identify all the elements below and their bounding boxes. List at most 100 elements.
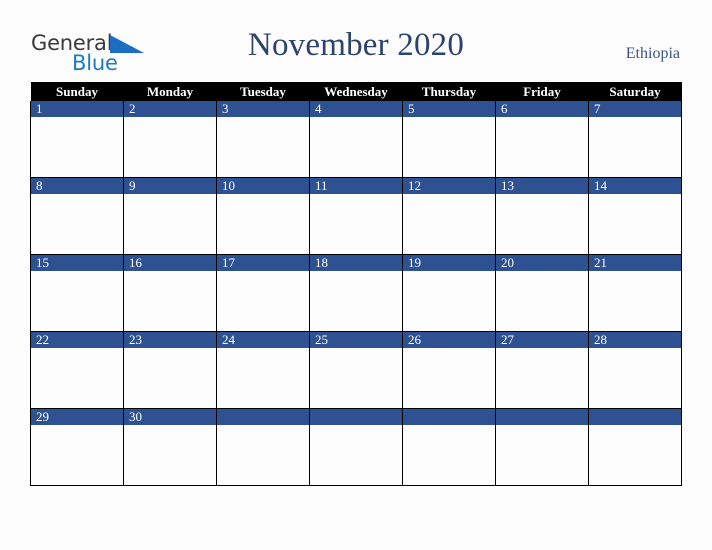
day-events[interactable] xyxy=(403,425,495,485)
calendar-day-cell[interactable]: 19 xyxy=(402,254,496,332)
calendar-day-cell[interactable] xyxy=(309,408,403,486)
calendar-day-cell[interactable]: 4 xyxy=(309,101,403,178)
calendar-day-cell[interactable]: 26 xyxy=(402,331,496,409)
calendar-day-cell[interactable] xyxy=(216,408,310,486)
weekday-header-thursday: Thursday xyxy=(402,82,496,101)
day-events[interactable] xyxy=(496,425,588,485)
calendar-day-cell[interactable]: 30 xyxy=(123,408,217,486)
day-events[interactable] xyxy=(31,271,123,331)
day-events[interactable] xyxy=(496,194,588,254)
calendar-week-row: 1 2 3 4 5 6 7 xyxy=(30,101,682,178)
calendar-day-cell[interactable]: 8 xyxy=(30,177,124,255)
day-events[interactable] xyxy=(310,348,402,408)
calendar-day-cell[interactable]: 7 xyxy=(588,101,682,178)
calendar-table: Sunday Monday Tuesday Wednesday Thursday… xyxy=(30,82,682,486)
day-events[interactable] xyxy=(124,194,216,254)
calendar-day-cell[interactable]: 14 xyxy=(588,177,682,255)
calendar-day-cell[interactable]: 13 xyxy=(495,177,589,255)
day-events[interactable] xyxy=(31,194,123,254)
day-events[interactable] xyxy=(217,271,309,331)
calendar-day-cell[interactable]: 16 xyxy=(123,254,217,332)
day-number: 21 xyxy=(589,255,681,271)
weekday-header-tuesday: Tuesday xyxy=(216,82,310,101)
day-events[interactable] xyxy=(589,425,681,485)
calendar-day-cell[interactable]: 12 xyxy=(402,177,496,255)
day-number: 24 xyxy=(217,332,309,348)
day-number: 1 xyxy=(31,101,123,117)
day-events[interactable] xyxy=(589,348,681,408)
day-events[interactable] xyxy=(496,348,588,408)
day-events[interactable] xyxy=(31,348,123,408)
day-events[interactable] xyxy=(217,117,309,177)
page-header: General Blue November 2020 Ethiopia xyxy=(0,0,712,82)
day-number: 11 xyxy=(310,178,402,194)
calendar-weekday-header-row: Sunday Monday Tuesday Wednesday Thursday… xyxy=(30,82,682,101)
calendar-day-cell[interactable]: 11 xyxy=(309,177,403,255)
weekday-header-saturday: Saturday xyxy=(588,82,682,101)
day-events[interactable] xyxy=(310,425,402,485)
calendar-day-cell[interactable]: 24 xyxy=(216,331,310,409)
day-events[interactable] xyxy=(124,348,216,408)
calendar-day-cell[interactable]: 21 xyxy=(588,254,682,332)
calendar-day-cell[interactable]: 27 xyxy=(495,331,589,409)
calendar-week-row: 29 30 xyxy=(30,408,682,486)
calendar-day-cell[interactable]: 2 xyxy=(123,101,217,178)
calendar-day-cell[interactable]: 18 xyxy=(309,254,403,332)
day-number: 23 xyxy=(124,332,216,348)
day-events[interactable] xyxy=(589,117,681,177)
calendar-day-cell[interactable]: 1 xyxy=(30,101,124,178)
calendar-day-cell[interactable] xyxy=(495,408,589,486)
calendar-header-row-group: Sunday Monday Tuesday Wednesday Thursday… xyxy=(30,82,682,101)
day-number xyxy=(310,409,402,425)
day-events[interactable] xyxy=(403,117,495,177)
calendar-week-row: 15 16 17 18 19 20 21 xyxy=(30,254,682,332)
day-events[interactable] xyxy=(217,194,309,254)
day-events[interactable] xyxy=(403,194,495,254)
day-events[interactable] xyxy=(124,117,216,177)
day-events[interactable] xyxy=(403,348,495,408)
day-events[interactable] xyxy=(124,425,216,485)
day-events[interactable] xyxy=(310,117,402,177)
day-events[interactable] xyxy=(31,425,123,485)
day-number: 6 xyxy=(496,101,588,117)
day-events[interactable] xyxy=(124,271,216,331)
country-label: Ethiopia xyxy=(625,45,680,62)
calendar-week-row: 22 23 24 25 26 27 28 xyxy=(30,331,682,409)
calendar-day-cell[interactable]: 17 xyxy=(216,254,310,332)
calendar-day-cell[interactable]: 28 xyxy=(588,331,682,409)
day-number: 18 xyxy=(310,255,402,271)
day-events[interactable] xyxy=(496,271,588,331)
day-number: 26 xyxy=(403,332,495,348)
day-events[interactable] xyxy=(310,271,402,331)
calendar-day-cell[interactable]: 3 xyxy=(216,101,310,178)
day-number: 19 xyxy=(403,255,495,271)
day-events[interactable] xyxy=(310,194,402,254)
day-events[interactable] xyxy=(217,425,309,485)
calendar-day-cell[interactable]: 15 xyxy=(30,254,124,332)
day-events[interactable] xyxy=(31,117,123,177)
day-events[interactable] xyxy=(403,271,495,331)
day-events[interactable] xyxy=(589,271,681,331)
calendar-day-cell[interactable]: 23 xyxy=(123,331,217,409)
calendar-day-cell[interactable] xyxy=(402,408,496,486)
page-title: November 2020 xyxy=(247,27,465,63)
day-events[interactable] xyxy=(217,348,309,408)
calendar-day-cell[interactable]: 20 xyxy=(495,254,589,332)
calendar-day-cell[interactable]: 22 xyxy=(30,331,124,409)
calendar-day-cell[interactable]: 6 xyxy=(495,101,589,178)
calendar-day-cell[interactable]: 29 xyxy=(30,408,124,486)
day-number: 17 xyxy=(217,255,309,271)
day-number: 25 xyxy=(310,332,402,348)
day-number: 8 xyxy=(31,178,123,194)
calendar-day-cell[interactable]: 5 xyxy=(402,101,496,178)
weekday-header-friday: Friday xyxy=(495,82,589,101)
calendar-day-cell[interactable]: 9 xyxy=(123,177,217,255)
calendar-day-cell[interactable]: 25 xyxy=(309,331,403,409)
day-events[interactable] xyxy=(496,117,588,177)
day-events[interactable] xyxy=(589,194,681,254)
day-number: 16 xyxy=(124,255,216,271)
day-number: 20 xyxy=(496,255,588,271)
day-number: 28 xyxy=(589,332,681,348)
calendar-day-cell[interactable]: 10 xyxy=(216,177,310,255)
calendar-day-cell[interactable] xyxy=(588,408,682,486)
